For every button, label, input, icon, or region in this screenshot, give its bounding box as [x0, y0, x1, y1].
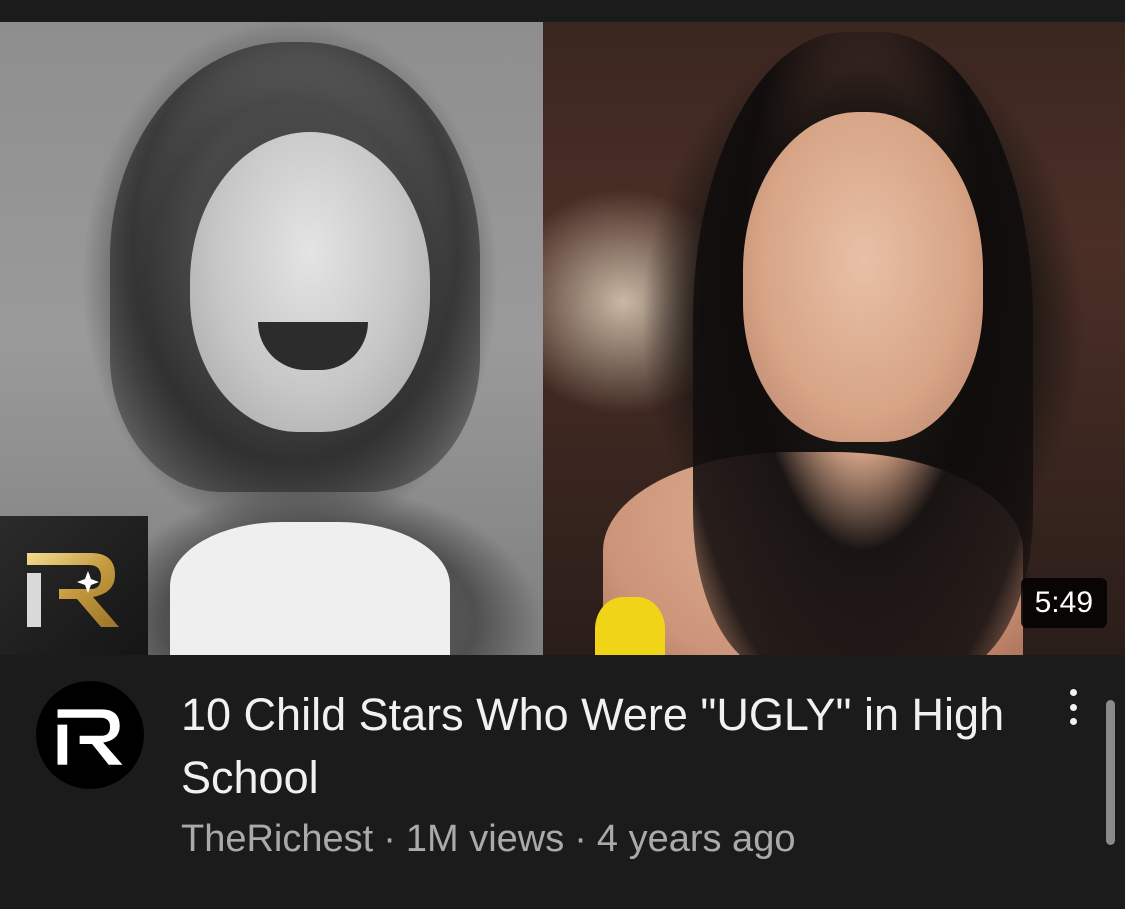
scrollbar[interactable] — [1106, 700, 1115, 845]
view-count: 1M views — [405, 818, 565, 860]
channel-watermark — [0, 516, 148, 655]
menu-dot — [1069, 703, 1077, 711]
face-shape — [190, 132, 430, 432]
menu-dot — [1069, 689, 1077, 696]
shirt-shape — [170, 522, 450, 655]
top-bar — [0, 0, 1125, 22]
therichest-logo-icon — [57, 709, 123, 765]
upload-age: 4 years ago — [596, 818, 796, 860]
menu-dot — [1069, 718, 1077, 725]
separator: · — [574, 818, 587, 860]
video-thumbnail[interactable]: 5:49 — [0, 22, 1125, 655]
duration-badge: 5:49 — [1020, 578, 1107, 628]
portrait-photo — [543, 22, 1125, 655]
channel-name[interactable]: TheRichest — [181, 818, 373, 860]
yellow-top-shape — [595, 597, 665, 655]
face-shape — [743, 112, 983, 442]
video-info[interactable]: 10 Child Stars Who Were "UGLY" in High S… — [0, 655, 1125, 909]
therichest-logo-icon — [27, 552, 119, 627]
channel-avatar[interactable] — [36, 681, 144, 789]
more-vert-icon[interactable] — [1056, 685, 1090, 729]
video-metadata: TheRichest · 1M views · 4 years ago — [181, 817, 795, 861]
separator: · — [383, 818, 396, 860]
video-title[interactable]: 10 Child Stars Who Were "UGLY" in High S… — [181, 683, 1021, 809]
